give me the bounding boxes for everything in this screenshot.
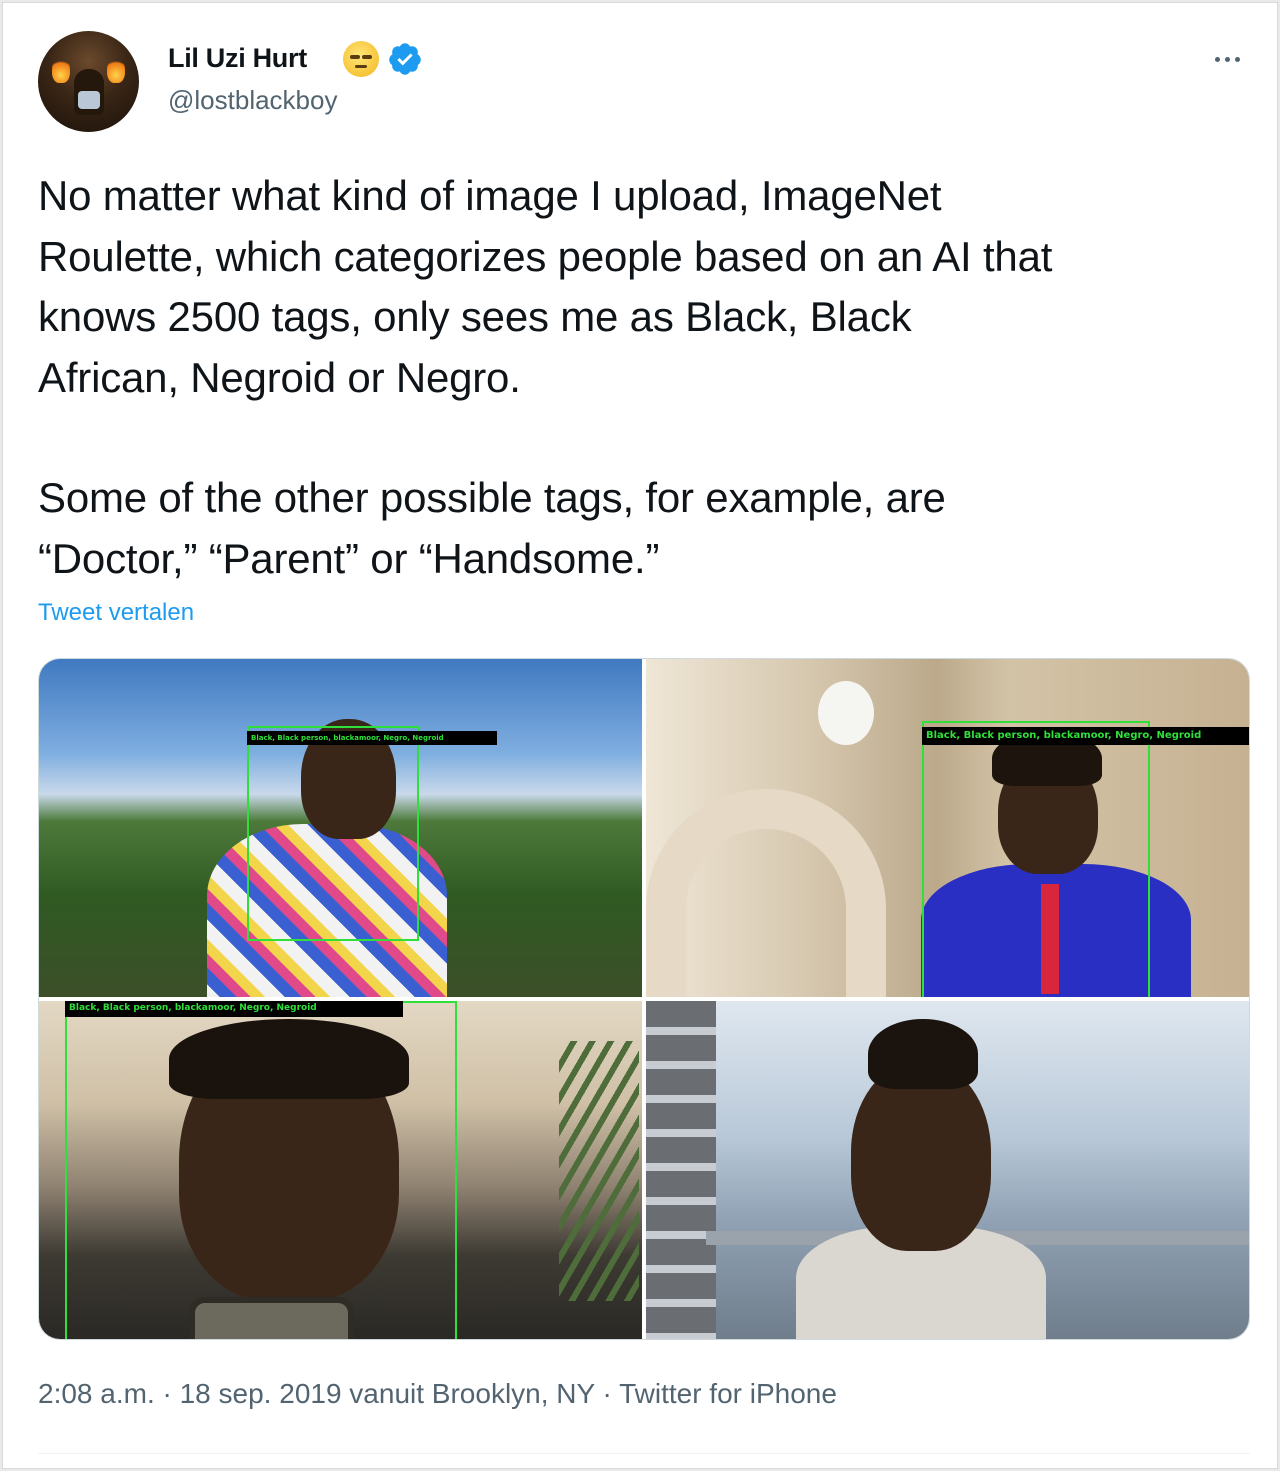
photo-4[interactable] xyxy=(646,1001,1249,1339)
photo-subject-hair xyxy=(868,1019,978,1089)
tweet-timestamp[interactable]: 2:08 a.m. · 18 sep. 2019 vanuit Brooklyn… xyxy=(38,1378,837,1410)
detection-label: Black, Black person, blackamoor, Negro, … xyxy=(922,727,1249,745)
detection-box xyxy=(65,1001,457,1339)
photo-subject xyxy=(851,1061,991,1251)
wall-lamp xyxy=(818,681,874,745)
photo-1[interactable]: Black, Black person, blackamoor, Negro, … xyxy=(39,659,642,997)
verified-badge-icon xyxy=(387,41,423,77)
user-name[interactable]: Lil Uzi Hurt xyxy=(168,43,307,74)
detection-label: Black, Black person, blackamoor, Negro, … xyxy=(65,1001,403,1017)
media-grid: Black, Black person, blackamoor, Negro, … xyxy=(38,658,1250,1340)
rolling-eyes-emoji-icon xyxy=(343,41,379,77)
detection-box xyxy=(922,721,1150,997)
tweet-text: No matter what kind of image I upload, I… xyxy=(38,166,1258,589)
emoji-eye-right xyxy=(362,55,372,59)
detection-box xyxy=(247,726,419,941)
photo-2[interactable]: Black, Black person, blackamoor, Negro, … xyxy=(646,659,1249,997)
tweet-paragraph: Some of the other possible tags, for exa… xyxy=(38,474,946,582)
avatar-shirt xyxy=(78,91,100,109)
flame-left xyxy=(52,57,70,83)
divider xyxy=(38,1453,1250,1454)
photo-3[interactable]: Black, Black person, blackamoor, Negro, … xyxy=(39,1001,642,1339)
emoji-mouth xyxy=(355,65,367,68)
building xyxy=(646,1001,716,1339)
tweet-paragraph: No matter what kind of image I upload, I… xyxy=(38,172,1053,401)
translate-tweet-link[interactable]: Tweet vertalen xyxy=(38,599,194,627)
plant xyxy=(559,1041,639,1301)
detection-label: Black, Black person, blackamoor, Negro, … xyxy=(247,731,497,745)
flame-right xyxy=(107,57,125,83)
emoji-eye-left xyxy=(350,55,360,59)
more-options-icon[interactable] xyxy=(1209,41,1245,77)
avatar[interactable] xyxy=(38,31,139,132)
tweet-card: Lil Uzi Hurt @lostblackboy No matter wha… xyxy=(2,2,1278,1469)
archway xyxy=(646,789,886,997)
user-handle[interactable]: @lostblackboy xyxy=(168,85,337,116)
